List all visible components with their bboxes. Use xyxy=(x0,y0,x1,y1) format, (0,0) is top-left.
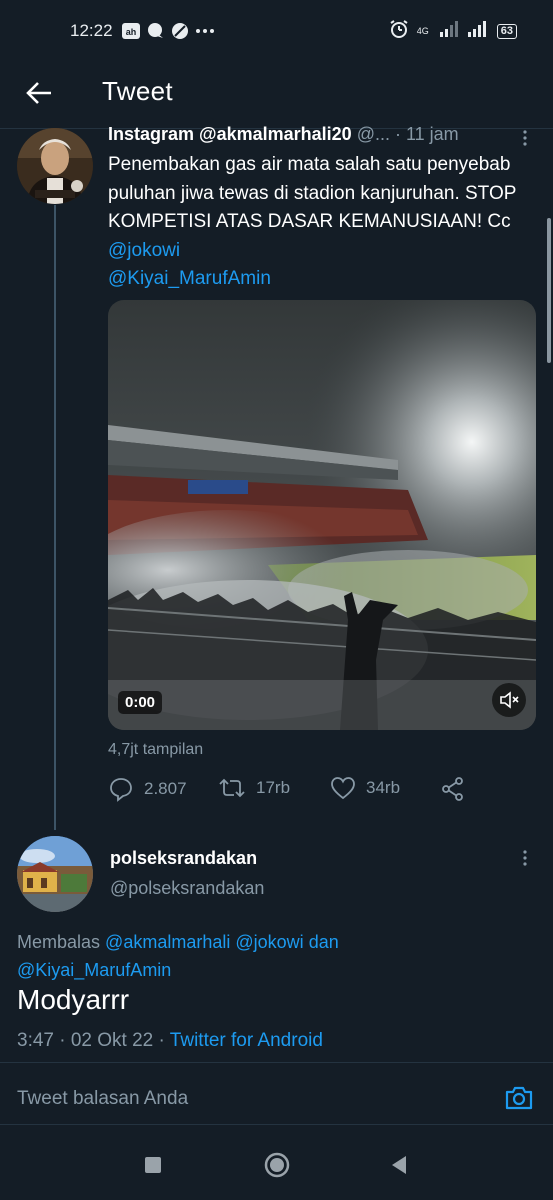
retweet-icon xyxy=(218,776,246,800)
camera-icon[interactable] xyxy=(503,1082,535,1114)
svg-text:ah: ah xyxy=(125,27,136,37)
status-time: 12:22 xyxy=(70,21,113,40)
mute-icon[interactable] xyxy=(492,683,526,717)
tweet-actions: 2.807 17rb 34rb xyxy=(108,776,528,808)
tweet-time: · 11 jam xyxy=(394,124,459,144)
tweet-body: Penembakan gas air mata salah satu penye… xyxy=(108,154,517,232)
tweet-video[interactable]: 0:00 xyxy=(108,300,536,730)
like-button[interactable]: 34rb xyxy=(330,776,400,800)
reply-compose-input[interactable] xyxy=(17,1084,487,1114)
scrollbar[interactable] xyxy=(547,218,551,363)
video-timestamp: 0:00 xyxy=(118,691,163,714)
replying-prefix: Membalas xyxy=(17,932,101,952)
back-arrow-icon[interactable] xyxy=(24,78,54,108)
nav-home-icon[interactable] xyxy=(262,1150,292,1180)
reply-count: 2.807 xyxy=(144,779,187,798)
reply-button[interactable]: 2.807 xyxy=(108,776,187,802)
system-navigation-bar xyxy=(0,1130,553,1200)
blocked-notification-icon xyxy=(171,22,189,40)
notification-app-icon: ah xyxy=(121,22,141,40)
mention-link[interactable]: @Kiyai_MarufAmin xyxy=(17,960,171,980)
share-button[interactable] xyxy=(440,776,466,802)
network-type: 4G xyxy=(416,25,429,36)
share-icon xyxy=(440,776,466,802)
replying-to: Membalas @akmalmarhali @jokowi dan @Kiya… xyxy=(17,928,437,984)
signal-2-icon xyxy=(467,20,489,42)
view-count: 4,7jt tampilan xyxy=(108,741,204,758)
divider xyxy=(0,1062,553,1063)
alarm-icon xyxy=(389,19,409,44)
retweet-count: 17rb xyxy=(256,778,291,797)
avatar[interactable] xyxy=(17,836,93,912)
client-link[interactable]: Twitter for Android xyxy=(170,1030,323,1051)
replying-and: dan xyxy=(308,932,339,952)
mention-link[interactable]: @jokowi xyxy=(235,932,303,952)
tweet-text: Penembakan gas air mata salah satu penye… xyxy=(108,151,538,294)
nav-recent-icon[interactable] xyxy=(138,1150,168,1180)
author-handle[interactable]: @... xyxy=(357,124,390,144)
tweet-header: Instagram @akmalmarhali20 @... · 11 jam xyxy=(108,124,459,145)
page-title: Tweet xyxy=(102,76,173,106)
like-count: 34rb xyxy=(366,778,401,797)
retweet-button[interactable]: 17rb xyxy=(218,776,290,800)
like-icon xyxy=(330,776,356,800)
nav-back-icon[interactable] xyxy=(384,1150,414,1180)
tweet-meta: 3:47 · 02 Okt 22 · Twitter for Android xyxy=(17,1030,323,1052)
reply-icon xyxy=(108,776,134,802)
top-app-bar: Tweet xyxy=(0,62,553,124)
thread-connector xyxy=(54,205,56,830)
signal-1-icon xyxy=(439,20,459,42)
chat-notification-icon xyxy=(147,22,165,40)
reply-text: Modyarrr xyxy=(17,984,130,1015)
more-vertical-icon[interactable] xyxy=(519,848,531,868)
battery-icon: 63 xyxy=(496,23,517,39)
author-name[interactable]: Instagram @akmalmarhali20 xyxy=(108,124,352,144)
mention-link[interactable]: @Kiyai_MarufAmin xyxy=(108,268,271,289)
mention-link[interactable]: @akmalmarhali xyxy=(105,932,230,952)
avatar[interactable] xyxy=(17,128,93,204)
more-notifications-icon xyxy=(195,28,215,34)
author-name[interactable]: polseksrandakan xyxy=(110,848,257,869)
divider xyxy=(0,1124,553,1125)
more-vertical-icon[interactable] xyxy=(519,128,531,148)
author-handle[interactable]: @polseksrandakan xyxy=(110,878,264,899)
status-bar: 12:22 ah 4G 63 xyxy=(0,0,553,62)
timestamp: 3:47 · 02 Okt 22 · xyxy=(17,1030,165,1051)
mention-link[interactable]: @jokowi xyxy=(108,240,180,261)
